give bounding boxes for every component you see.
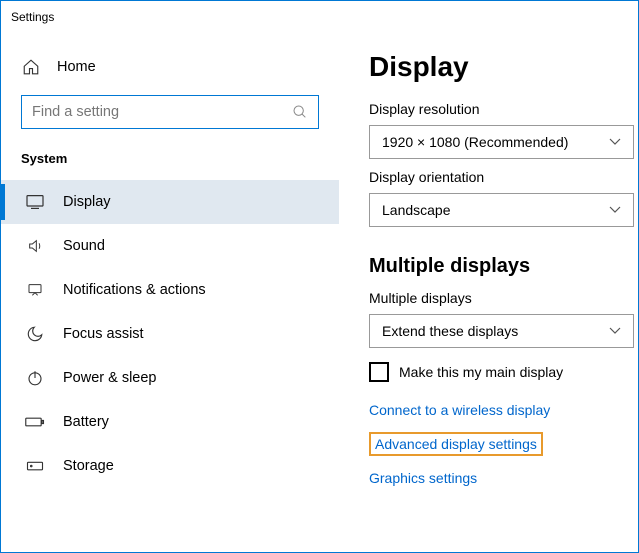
chevron-down-icon	[609, 206, 621, 214]
link-graphics-settings[interactable]: Graphics settings	[369, 470, 616, 486]
sidebar-item-power-sleep[interactable]: Power & sleep	[1, 356, 339, 400]
sidebar-item-label: Focus assist	[63, 326, 144, 342]
search-field[interactable]	[32, 104, 292, 120]
resolution-label: Display resolution	[369, 101, 616, 117]
sidebar-item-sound[interactable]: Sound	[1, 224, 339, 268]
orientation-value: Landscape	[382, 202, 451, 218]
orientation-dropdown[interactable]: Landscape	[369, 193, 634, 227]
home-icon	[21, 58, 41, 76]
nav-list: Display Sound Notifications & actions	[1, 180, 339, 488]
sidebar-item-label: Notifications & actions	[63, 282, 206, 298]
resolution-value: 1920 × 1080 (Recommended)	[382, 134, 568, 150]
sidebar-item-label: Storage	[63, 458, 114, 474]
sidebar-item-focus-assist[interactable]: Focus assist	[1, 312, 339, 356]
main-display-checkbox-row[interactable]: Make this my main display	[369, 362, 616, 382]
chevron-down-icon	[609, 327, 621, 335]
sidebar-item-storage[interactable]: Storage	[1, 444, 339, 488]
settings-window: Settings Home System	[0, 0, 639, 553]
main-display-checkbox-label: Make this my main display	[399, 364, 563, 380]
window-body: Home System Display	[1, 33, 638, 552]
battery-icon	[25, 412, 45, 432]
category-label: System	[21, 151, 319, 166]
display-icon	[25, 192, 45, 212]
multi-value: Extend these displays	[382, 323, 518, 339]
power-icon	[25, 368, 45, 388]
home-button[interactable]: Home	[21, 47, 319, 87]
link-wireless-display[interactable]: Connect to a wireless display	[369, 402, 616, 418]
storage-icon	[25, 456, 45, 476]
search-icon	[292, 104, 308, 120]
multi-label: Multiple displays	[369, 290, 616, 306]
notifications-icon	[25, 280, 45, 300]
chevron-down-icon	[609, 138, 621, 146]
main-content: Display Display resolution 1920 × 1080 (…	[339, 33, 638, 552]
sidebar-item-battery[interactable]: Battery	[1, 400, 339, 444]
multiple-displays-heading: Multiple displays	[369, 255, 616, 278]
sidebar-item-label: Battery	[63, 414, 109, 430]
home-label: Home	[57, 59, 96, 75]
focus-assist-icon	[25, 324, 45, 344]
sidebar-item-notifications[interactable]: Notifications & actions	[1, 268, 339, 312]
link-advanced-display[interactable]: Advanced display settings	[369, 432, 543, 456]
page-title: Display	[369, 51, 616, 83]
orientation-label: Display orientation	[369, 169, 616, 185]
sidebar: Home System Display	[1, 33, 339, 552]
window-title: Settings	[11, 10, 54, 24]
resolution-dropdown[interactable]: 1920 × 1080 (Recommended)	[369, 125, 634, 159]
multi-dropdown[interactable]: Extend these displays	[369, 314, 634, 348]
checkbox-icon[interactable]	[369, 362, 389, 382]
search-input[interactable]	[21, 95, 319, 129]
sidebar-item-label: Power & sleep	[63, 370, 157, 386]
sidebar-item-display[interactable]: Display	[1, 180, 339, 224]
titlebar: Settings	[1, 1, 638, 33]
sound-icon	[25, 236, 45, 256]
sidebar-item-label: Display	[63, 194, 111, 210]
sidebar-item-label: Sound	[63, 238, 105, 254]
